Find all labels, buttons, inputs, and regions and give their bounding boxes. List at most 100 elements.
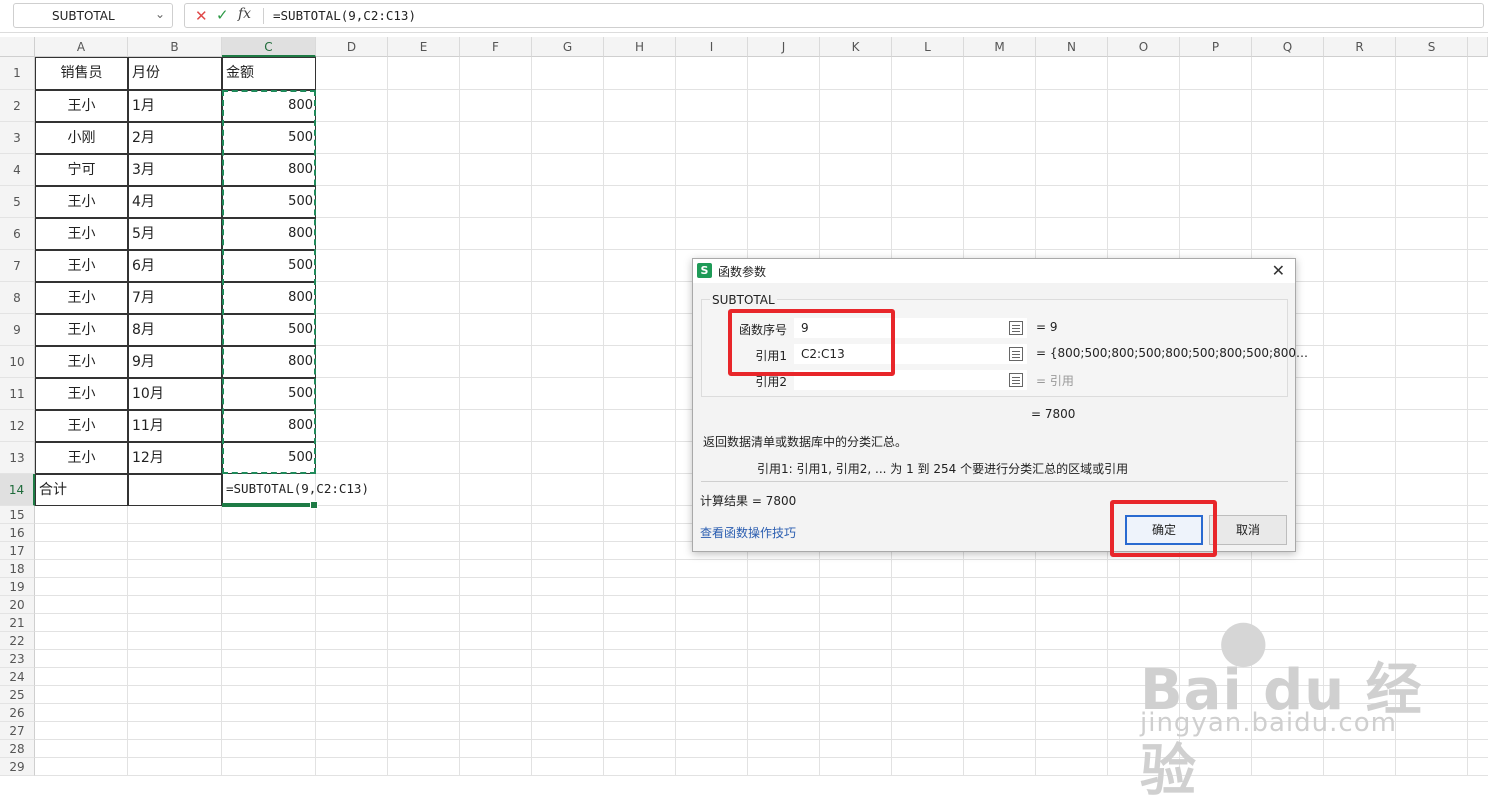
row-header[interactable]: 18 <box>0 560 35 578</box>
amount-cell[interactable]: 800 <box>222 282 316 314</box>
row-header[interactable]: 21 <box>0 614 35 632</box>
row-header[interactable]: 20 <box>0 596 35 614</box>
column-header[interactable]: B <box>128 37 222 57</box>
amount-cell[interactable]: 800 <box>222 154 316 186</box>
total-label-cell[interactable]: 合计 <box>35 474 128 506</box>
row-header[interactable]: 22 <box>0 632 35 650</box>
total-empty-cell[interactable] <box>128 474 222 506</box>
amount-cell[interactable]: 500 <box>222 186 316 218</box>
salesperson-cell[interactable]: 王小 <box>35 282 128 314</box>
row-header[interactable]: 15 <box>0 506 35 524</box>
column-header[interactable]: Q <box>1252 37 1324 57</box>
row-header[interactable]: 19 <box>0 578 35 596</box>
row-header[interactable]: 6 <box>0 218 35 250</box>
chevron-down-icon[interactable]: ⌄ <box>155 7 165 21</box>
column-header[interactable]: K <box>820 37 892 57</box>
row-header[interactable]: 3 <box>0 122 35 154</box>
range-select-icon[interactable] <box>1009 347 1023 361</box>
row-header[interactable]: 1 <box>0 57 35 90</box>
confirm-check-icon[interactable]: ✓ <box>216 6 229 24</box>
row-header[interactable]: 10 <box>0 346 35 378</box>
row-header[interactable]: 27 <box>0 722 35 740</box>
range-select-icon[interactable] <box>1009 373 1023 387</box>
column-header[interactable]: O <box>1108 37 1180 57</box>
salesperson-cell[interactable]: 王小 <box>35 346 128 378</box>
row-header[interactable]: 7 <box>0 250 35 282</box>
amount-cell[interactable]: 500 <box>222 442 316 474</box>
month-cell[interactable]: 10月 <box>128 378 222 410</box>
row-header[interactable]: 2 <box>0 90 35 122</box>
column-header[interactable]: I <box>676 37 748 57</box>
month-cell[interactable]: 3月 <box>128 154 222 186</box>
month-cell[interactable]: 4月 <box>128 186 222 218</box>
amount-cell[interactable]: 800 <box>222 90 316 122</box>
month-cell[interactable]: 1月 <box>128 90 222 122</box>
column-header[interactable]: D <box>316 37 388 57</box>
formula-input-area[interactable]: ✕ ✓ fx =SUBTOTAL(9,C2:C13) <box>184 3 1484 28</box>
row-header[interactable]: 5 <box>0 186 35 218</box>
row-header[interactable]: 28 <box>0 740 35 758</box>
month-cell[interactable]: 5月 <box>128 218 222 250</box>
column-header[interactable]: P <box>1180 37 1252 57</box>
column-header[interactable]: E <box>388 37 460 57</box>
dialog-titlebar[interactable]: S 函数参数 ✕ <box>693 259 1295 283</box>
month-cell[interactable]: 6月 <box>128 250 222 282</box>
column-header[interactable]: M <box>964 37 1036 57</box>
salesperson-cell[interactable]: 王小 <box>35 218 128 250</box>
month-cell[interactable]: 7月 <box>128 282 222 314</box>
row-header[interactable]: 26 <box>0 704 35 722</box>
salesperson-cell[interactable]: 王小 <box>35 314 128 346</box>
row-header[interactable]: 11 <box>0 378 35 410</box>
column-header[interactable]: A <box>35 37 128 57</box>
table-header-cell[interactable]: 金额 <box>222 57 316 90</box>
row-header[interactable]: 14 <box>0 474 35 506</box>
amount-cell[interactable]: 500 <box>222 122 316 154</box>
salesperson-cell[interactable]: 王小 <box>35 442 128 474</box>
amount-cell[interactable]: 500 <box>222 314 316 346</box>
name-box[interactable]: SUBTOTAL ⌄ <box>13 3 173 28</box>
amount-cell[interactable]: 800 <box>222 410 316 442</box>
row-header[interactable]: 9 <box>0 314 35 346</box>
salesperson-cell[interactable]: 王小 <box>35 250 128 282</box>
month-cell[interactable]: 12月 <box>128 442 222 474</box>
column-header[interactable]: G <box>532 37 604 57</box>
row-header[interactable]: 4 <box>0 154 35 186</box>
cancel-button[interactable]: 取消 <box>1209 515 1287 545</box>
month-cell[interactable]: 11月 <box>128 410 222 442</box>
amount-cell[interactable]: 800 <box>222 218 316 250</box>
insert-function-fx-icon[interactable]: fx <box>238 6 251 22</box>
formula-text[interactable]: =SUBTOTAL(9,C2:C13) <box>273 8 416 23</box>
salesperson-cell[interactable]: 王小 <box>35 90 128 122</box>
total-formula-cell[interactable]: =SUBTOTAL(9,C2:C13) <box>222 474 369 506</box>
row-header[interactable]: 17 <box>0 542 35 560</box>
cancel-x-icon[interactable]: ✕ <box>195 7 208 25</box>
salesperson-cell[interactable]: 小刚 <box>35 122 128 154</box>
salesperson-cell[interactable]: 王小 <box>35 378 128 410</box>
function-tips-link[interactable]: 查看函数操作技巧 <box>700 524 796 541</box>
amount-cell[interactable]: 800 <box>222 346 316 378</box>
column-header[interactable]: R <box>1324 37 1396 57</box>
column-header[interactable]: H <box>604 37 676 57</box>
column-header[interactable]: S <box>1396 37 1468 57</box>
table-header-cell[interactable]: 销售员 <box>35 57 128 90</box>
salesperson-cell[interactable]: 宁可 <box>35 154 128 186</box>
column-header[interactable]: L <box>892 37 964 57</box>
column-header[interactable]: C <box>222 37 316 57</box>
salesperson-cell[interactable]: 王小 <box>35 410 128 442</box>
row-header[interactable]: 29 <box>0 758 35 776</box>
row-header[interactable]: 23 <box>0 650 35 668</box>
select-all-corner[interactable] <box>0 37 35 57</box>
fill-handle[interactable] <box>310 501 318 509</box>
range-select-icon[interactable] <box>1009 321 1023 335</box>
amount-cell[interactable]: 500 <box>222 250 316 282</box>
close-icon[interactable]: ✕ <box>1272 261 1285 280</box>
month-cell[interactable]: 9月 <box>128 346 222 378</box>
column-header[interactable]: N <box>1036 37 1108 57</box>
row-header[interactable]: 12 <box>0 410 35 442</box>
row-header[interactable]: 25 <box>0 686 35 704</box>
column-header[interactable]: J <box>748 37 820 57</box>
month-cell[interactable]: 8月 <box>128 314 222 346</box>
column-header[interactable]: F <box>460 37 532 57</box>
row-header[interactable]: 13 <box>0 442 35 474</box>
row-header[interactable]: 16 <box>0 524 35 542</box>
